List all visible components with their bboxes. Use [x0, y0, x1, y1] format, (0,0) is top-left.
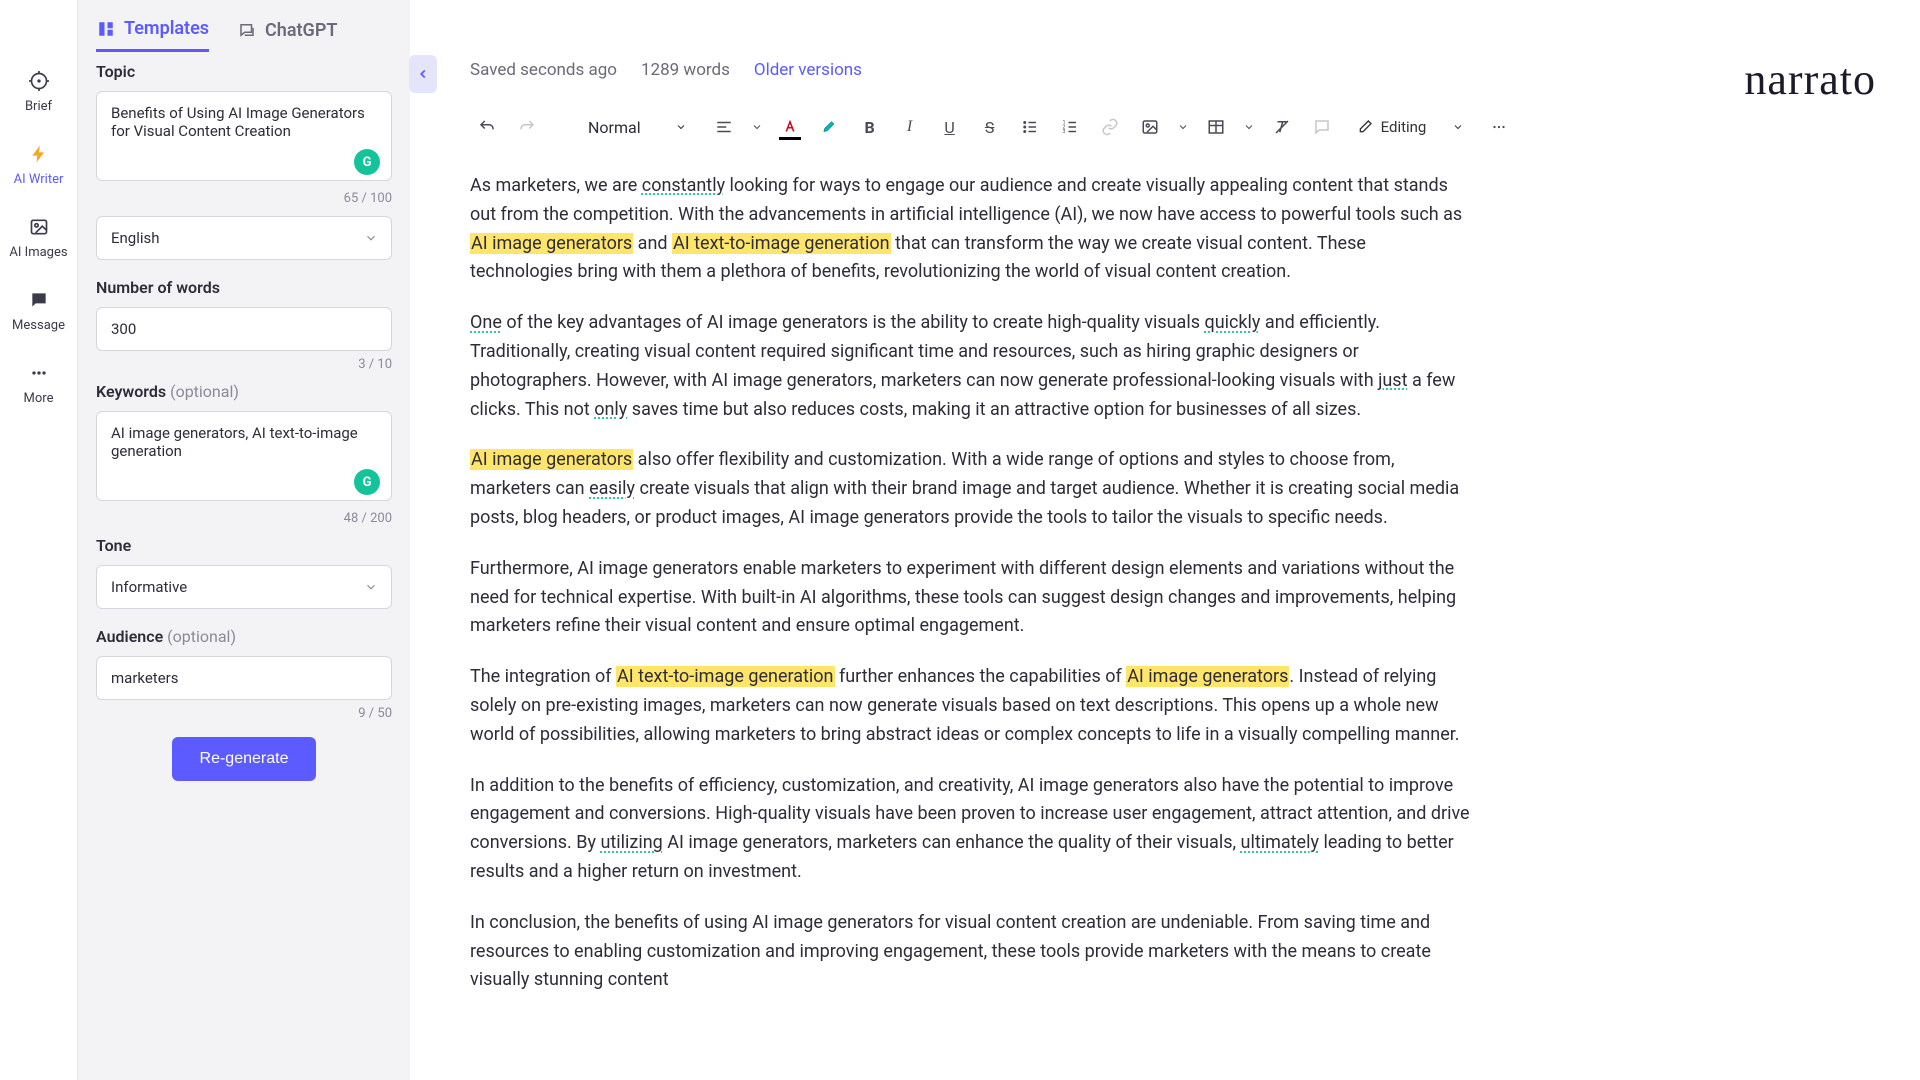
editing-mode-select[interactable]: Editing	[1345, 110, 1477, 144]
audience-label: Audience (optional)	[96, 627, 392, 646]
dots-icon	[27, 361, 51, 385]
topic-label: Topic	[96, 62, 392, 81]
underline-button[interactable]: U	[933, 110, 967, 144]
chat-icon	[27, 288, 51, 312]
bullet-list-button[interactable]	[1013, 110, 1047, 144]
align-button[interactable]	[707, 110, 741, 144]
grammarly-icon[interactable]: G	[354, 149, 380, 175]
editor-topinfo: Saved seconds ago 1289 words Older versi…	[470, 60, 1880, 80]
doc-para-6: In addition to the benefits of efficienc…	[470, 772, 1470, 887]
align-chevron[interactable]	[747, 110, 767, 144]
tab-chatgpt-label: ChatGPT	[265, 20, 337, 41]
image-button[interactable]	[1133, 110, 1167, 144]
doc-para-5: The integration of AI text-to-image gene…	[470, 663, 1470, 749]
rail-brief-label: Brief	[25, 99, 52, 114]
numwords-input[interactable]	[96, 307, 392, 351]
rail-more-label: More	[24, 391, 54, 406]
svg-text:3: 3	[1062, 129, 1065, 135]
rail-message[interactable]: Message	[0, 274, 77, 347]
numwords-label: Number of words	[96, 278, 392, 297]
keywords-label: Keywords (optional)	[96, 382, 392, 401]
rail-ai-writer[interactable]: AI Writer	[0, 128, 77, 201]
tab-templates[interactable]: Templates	[96, 18, 209, 52]
rail-ai-images[interactable]: AI Images	[0, 201, 77, 274]
chatgpt-icon	[237, 20, 257, 40]
doc-para-2: One of the key advantages of AI image ge…	[470, 309, 1470, 424]
image-chevron[interactable]	[1173, 110, 1193, 144]
rail-ai-writer-label: AI Writer	[14, 172, 64, 187]
rail-brief[interactable]: Brief	[0, 55, 77, 128]
redo-button[interactable]	[510, 110, 544, 144]
bolt-icon	[27, 142, 51, 166]
numbered-list-button[interactable]: 123	[1053, 110, 1087, 144]
more-toolbar-button[interactable]	[1482, 110, 1516, 144]
topic-input[interactable]: Benefits of Using AI Image Generators fo…	[96, 91, 392, 181]
rail-ai-images-label: AI Images	[9, 245, 67, 260]
italic-button[interactable]: I	[893, 110, 927, 144]
target-icon	[27, 69, 51, 93]
keywords-input[interactable]: AI image generators, AI text-to-image ge…	[96, 411, 392, 501]
narrato-logo: narrato	[1744, 54, 1876, 105]
bold-button[interactable]: B	[853, 110, 887, 144]
editor-area: narrato Saved seconds ago 1289 words Old…	[410, 0, 1920, 1080]
table-chevron[interactable]	[1239, 110, 1259, 144]
undo-button[interactable]	[470, 110, 504, 144]
numwords-counter: 3 / 10	[96, 357, 392, 372]
table-button[interactable]	[1199, 110, 1233, 144]
rail-more[interactable]: More	[0, 347, 77, 420]
block-format-select[interactable]: Normal	[572, 110, 701, 144]
rail-message-label: Message	[12, 318, 65, 333]
document-body[interactable]: As marketers, we are constantly looking …	[470, 172, 1470, 995]
comment-button[interactable]	[1305, 110, 1339, 144]
templates-icon	[96, 19, 116, 39]
doc-para-1: As marketers, we are constantly looking …	[470, 172, 1470, 287]
image-icon	[27, 215, 51, 239]
font-color-button[interactable]	[773, 110, 807, 144]
highlight-button[interactable]	[813, 110, 847, 144]
tone-label: Tone	[96, 536, 392, 555]
regenerate-button[interactable]: Re-generate	[172, 737, 317, 781]
editor-toolbar: Normal B I U S 123 Editing	[470, 110, 1880, 144]
clear-format-button[interactable]	[1265, 110, 1299, 144]
tone-select[interactable]: Informative	[96, 565, 392, 609]
tab-templates-label: Templates	[124, 18, 209, 39]
language-select[interactable]: English	[96, 216, 392, 260]
sidebar: Templates ChatGPT Topic Benefits of Usin…	[78, 0, 410, 1080]
audience-input[interactable]	[96, 656, 392, 700]
collapse-sidebar[interactable]	[409, 55, 437, 93]
sidebar-tabs: Templates ChatGPT	[96, 18, 392, 52]
saved-status: Saved seconds ago	[470, 60, 617, 80]
doc-para-3: AI image generators also offer flexibili…	[470, 446, 1470, 532]
word-count: 1289 words	[641, 60, 730, 80]
topic-counter: 65 / 100	[96, 191, 392, 206]
doc-para-4: Furthermore, AI image generators enable …	[470, 555, 1470, 641]
tab-chatgpt[interactable]: ChatGPT	[237, 18, 337, 52]
keywords-counter: 48 / 200	[96, 511, 392, 526]
link-button[interactable]	[1093, 110, 1127, 144]
strike-button[interactable]: S	[973, 110, 1007, 144]
doc-para-7: In conclusion, the benefits of using AI …	[470, 909, 1470, 995]
audience-counter: 9 / 50	[96, 706, 392, 721]
older-versions-link[interactable]: Older versions	[754, 60, 862, 80]
grammarly-icon[interactable]: G	[354, 469, 380, 495]
left-rail: Brief AI Writer AI Images Message More	[0, 0, 78, 1080]
